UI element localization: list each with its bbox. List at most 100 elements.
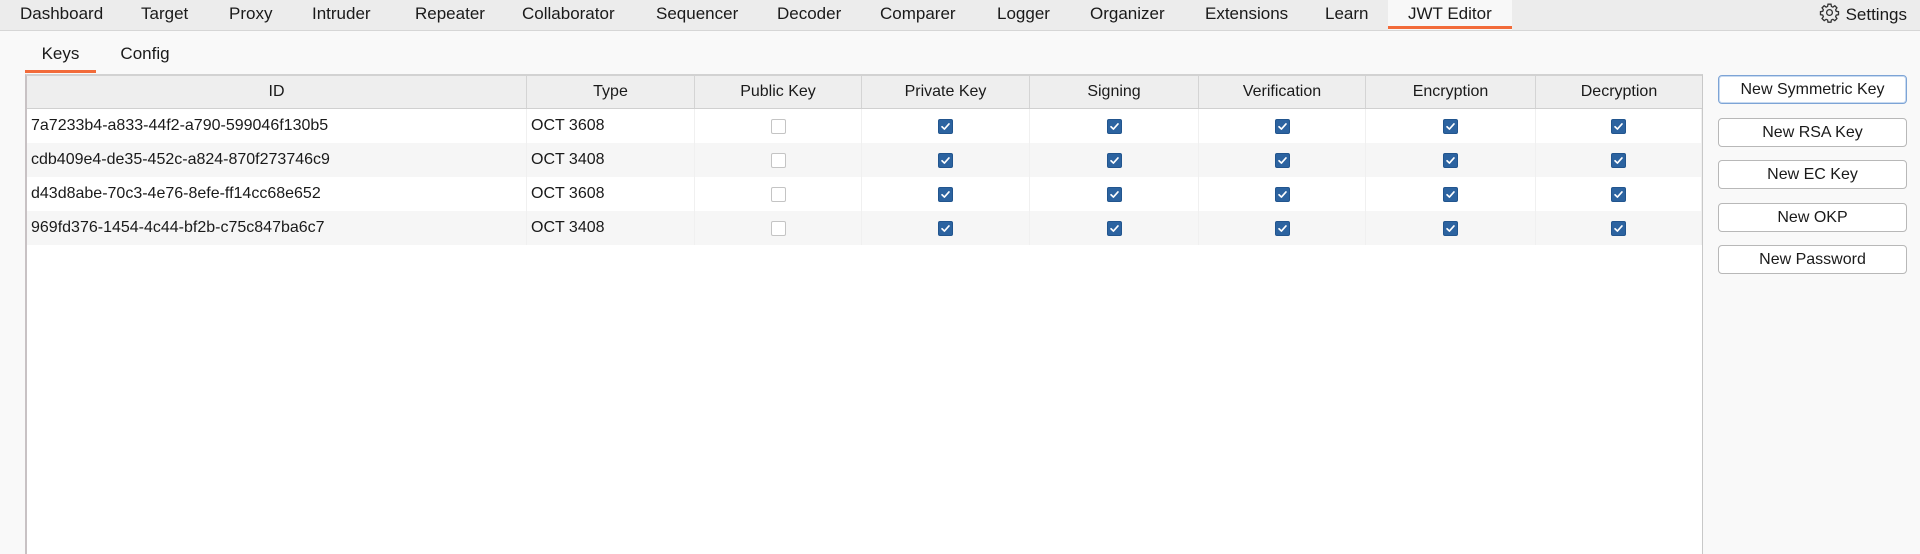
tab-sequencer[interactable]: Sequencer <box>656 0 738 30</box>
checkmark-icon <box>1446 224 1455 232</box>
settings-button[interactable]: Settings <box>1819 0 1907 30</box>
cell-signing <box>1030 109 1199 143</box>
checkmark-icon <box>1109 224 1119 232</box>
cell-private-key <box>862 109 1030 143</box>
new-okp-button[interactable]: New OKP <box>1718 203 1907 232</box>
public-key-checkbox[interactable] <box>770 118 786 134</box>
encryption-checkbox[interactable] <box>1443 152 1458 168</box>
encryption-checkbox[interactable] <box>1443 220 1458 236</box>
checkmark-icon <box>1277 190 1287 198</box>
verification-checkbox[interactable] <box>1274 152 1290 168</box>
private-key-checkbox[interactable] <box>938 118 953 134</box>
tab-organizer[interactable]: Organizer <box>1090 0 1165 30</box>
keys-table: ID Type Public Key Private Key Signing V… <box>25 74 1703 554</box>
cell-signing <box>1030 211 1199 245</box>
public-key-checkbox[interactable] <box>770 152 786 168</box>
checkmark-icon <box>1446 190 1455 198</box>
signing-checkbox[interactable] <box>1106 186 1122 202</box>
checkmark-icon <box>941 156 950 164</box>
tab-proxy[interactable]: Proxy <box>229 0 272 30</box>
table-row[interactable]: cdb409e4-de35-452c-a824-870f273746c9 OCT … <box>27 143 1702 177</box>
column-header-type[interactable]: Type <box>527 76 695 108</box>
tab-decoder[interactable]: Decoder <box>777 0 841 30</box>
tab-collaborator[interactable]: Collaborator <box>522 0 615 30</box>
checkmark-icon <box>1277 156 1287 164</box>
new-rsa-key-button[interactable]: New RSA Key <box>1718 118 1907 147</box>
signing-checkbox[interactable] <box>1106 118 1122 134</box>
subtab-keys[interactable]: Keys <box>25 40 96 73</box>
table-row[interactable]: 969fd376-1454-4c44-bf2b-c75c847ba6c7 OCT … <box>27 211 1702 245</box>
cell-signing <box>1030 177 1199 211</box>
verification-checkbox[interactable] <box>1274 186 1290 202</box>
cell-decryption <box>1536 109 1702 143</box>
new-symmetric-key-button[interactable]: New Symmetric Key <box>1718 75 1907 104</box>
cell-verification <box>1199 177 1366 211</box>
verification-checkbox[interactable] <box>1274 118 1290 134</box>
table-row[interactable]: d43d8abe-70c3-4e76-8efe-ff14cc68e652 OCT … <box>27 177 1702 211</box>
new-ec-key-button[interactable]: New EC Key <box>1718 160 1907 189</box>
cell-encryption <box>1366 211 1536 245</box>
cell-private-key <box>862 211 1030 245</box>
tab-extensions[interactable]: Extensions <box>1205 0 1288 30</box>
column-header-decryption[interactable]: Decryption <box>1536 76 1702 108</box>
cell-decryption <box>1536 143 1702 177</box>
tab-logger[interactable]: Logger <box>997 0 1050 30</box>
tab-repeater[interactable]: Repeater <box>415 0 485 30</box>
public-key-checkbox[interactable] <box>770 186 786 202</box>
cell-public-key <box>695 143 862 177</box>
cell-public-key <box>695 109 862 143</box>
gear-icon <box>1819 2 1840 28</box>
verification-checkbox[interactable] <box>1274 220 1290 236</box>
cell-id: d43d8abe-70c3-4e76-8efe-ff14cc68e652 <box>27 177 527 211</box>
private-key-checkbox[interactable] <box>938 152 953 168</box>
tab-comparer[interactable]: Comparer <box>880 0 956 30</box>
cell-encryption <box>1366 143 1536 177</box>
cell-type: OCT 3608 <box>527 177 695 211</box>
private-key-checkbox[interactable] <box>938 186 953 202</box>
cell-decryption <box>1536 177 1702 211</box>
cell-public-key <box>695 211 862 245</box>
cell-signing <box>1030 143 1199 177</box>
encryption-checkbox[interactable] <box>1443 118 1458 134</box>
new-password-button[interactable]: New Password <box>1718 245 1907 274</box>
checkmark-icon <box>941 122 950 130</box>
cell-type: OCT 3608 <box>527 109 695 143</box>
checkmark-icon <box>1446 156 1455 164</box>
cell-type: OCT 3408 <box>527 211 695 245</box>
tab-intruder[interactable]: Intruder <box>312 0 371 30</box>
cell-verification <box>1199 109 1366 143</box>
column-header-signing[interactable]: Signing <box>1030 76 1199 108</box>
column-header-public-key[interactable]: Public Key <box>695 76 862 108</box>
cell-private-key <box>862 177 1030 211</box>
checkmark-icon <box>1109 190 1119 198</box>
decryption-checkbox[interactable] <box>1611 186 1626 202</box>
column-header-verification[interactable]: Verification <box>1199 76 1366 108</box>
private-key-checkbox[interactable] <box>938 220 953 236</box>
cell-id: 969fd376-1454-4c44-bf2b-c75c847ba6c7 <box>27 211 527 245</box>
signing-checkbox[interactable] <box>1106 220 1122 236</box>
table-row[interactable]: 7a7233b4-a833-44f2-a790-599046f130b5 OCT … <box>27 109 1702 143</box>
checkmark-icon <box>941 224 950 232</box>
cell-id: 7a7233b4-a833-44f2-a790-599046f130b5 <box>27 109 527 143</box>
cell-encryption <box>1366 177 1536 211</box>
decryption-checkbox[interactable] <box>1611 220 1626 236</box>
subtab-config[interactable]: Config <box>113 40 177 73</box>
encryption-checkbox[interactable] <box>1443 186 1458 202</box>
cell-encryption <box>1366 109 1536 143</box>
tab-target[interactable]: Target <box>141 0 188 30</box>
tab-dashboard[interactable]: Dashboard <box>20 0 103 30</box>
decryption-checkbox[interactable] <box>1611 118 1626 134</box>
tab-learn[interactable]: Learn <box>1325 0 1368 30</box>
signing-checkbox[interactable] <box>1106 152 1122 168</box>
column-header-private-key[interactable]: Private Key <box>862 76 1030 108</box>
checkmark-icon <box>941 190 950 198</box>
decryption-checkbox[interactable] <box>1611 152 1626 168</box>
column-header-encryption[interactable]: Encryption <box>1366 76 1536 108</box>
checkmark-icon <box>1446 122 1455 130</box>
public-key-checkbox[interactable] <box>770 220 786 236</box>
cell-decryption <box>1536 211 1702 245</box>
checkmark-icon <box>1109 122 1119 130</box>
column-header-id[interactable]: ID <box>27 76 527 108</box>
cell-public-key <box>695 177 862 211</box>
tab-jwt-editor[interactable]: JWT Editor <box>1388 0 1512 30</box>
